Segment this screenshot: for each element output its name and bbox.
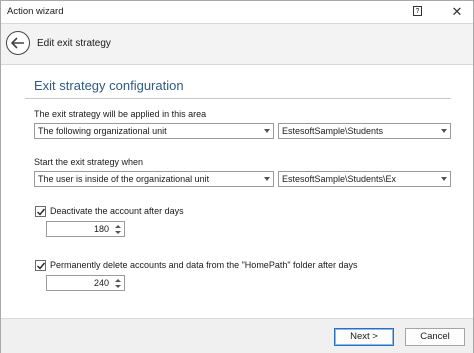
- chevron-down-icon: [441, 177, 447, 181]
- help-icon[interactable]: ?: [413, 6, 422, 16]
- area-label: The exit strategy will be applied in thi…: [34, 109, 207, 119]
- spin-up-icon[interactable]: [115, 279, 121, 282]
- start-label: Start the exit strategy when: [34, 157, 144, 167]
- delete-checkbox[interactable]: [35, 260, 46, 271]
- wizard-footer: Next > Cancel: [1, 318, 473, 353]
- deactivate-days-stepper[interactable]: 180: [46, 221, 125, 237]
- deactivate-label: Deactivate the account after days: [50, 206, 184, 216]
- arrow-left-icon: [11, 37, 24, 49]
- spin-up-icon[interactable]: [115, 225, 121, 228]
- start-condition-dropdown[interactable]: The user is inside of the organizational…: [34, 171, 274, 187]
- close-icon[interactable]: ✕: [447, 3, 467, 21]
- area-ou-dropdown[interactable]: EstesoftSample\Students: [278, 123, 451, 139]
- spin-down-icon[interactable]: [115, 231, 121, 234]
- area-ou-value: EstesoftSample\Students: [282, 126, 384, 136]
- delete-label: Permanently delete accounts and data fro…: [50, 260, 358, 270]
- deactivate-days-value: 180: [93, 224, 109, 234]
- section-title: Exit strategy configuration: [34, 78, 184, 93]
- section-divider: [25, 98, 451, 99]
- checkmark-icon: [37, 208, 46, 216]
- chevron-down-icon: [264, 129, 270, 133]
- back-button[interactable]: [6, 31, 30, 55]
- wizard-header: Edit exit strategy: [1, 23, 473, 65]
- start-ou-dropdown[interactable]: EstesoftSample\Students\Ex: [278, 171, 451, 187]
- deactivate-checkbox[interactable]: [35, 206, 46, 217]
- area-scope-dropdown[interactable]: The following organizational unit: [34, 123, 274, 139]
- action-wizard-window: Action wizard ? ✕ Edit exit strategy Exi…: [0, 0, 474, 353]
- header-title: Edit exit strategy: [37, 38, 111, 49]
- spin-down-icon[interactable]: [115, 285, 121, 288]
- next-button[interactable]: Next >: [334, 328, 394, 346]
- title-bar: Action wizard ? ✕: [1, 1, 473, 23]
- checkmark-icon: [37, 262, 46, 270]
- area-scope-value: The following organizational unit: [38, 126, 167, 136]
- delete-days-stepper[interactable]: 240: [46, 275, 125, 291]
- start-condition-value: The user is inside of the organizational…: [38, 174, 210, 184]
- window-title: Action wizard: [7, 6, 64, 17]
- chevron-down-icon: [441, 129, 447, 133]
- delete-days-value: 240: [93, 278, 109, 288]
- chevron-down-icon: [264, 177, 270, 181]
- start-ou-value: EstesoftSample\Students\Ex: [282, 174, 397, 184]
- cancel-button[interactable]: Cancel: [405, 328, 465, 346]
